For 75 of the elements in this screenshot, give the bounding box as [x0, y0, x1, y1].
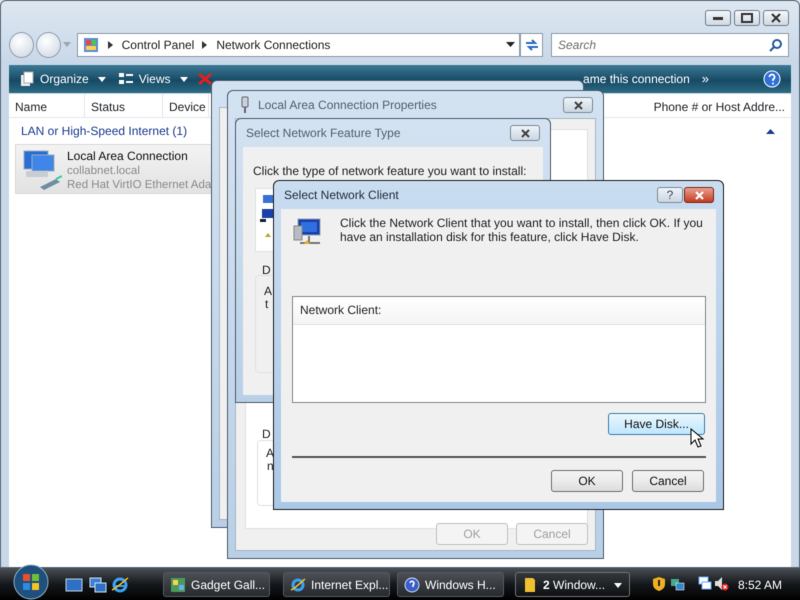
caret-icon: [98, 76, 106, 82]
list-box[interactable]: Network Client:: [292, 296, 706, 403]
show-desktop-icon[interactable]: [65, 576, 83, 594]
connection-detail: Red Hat VirtIO Ethernet Ada: [67, 178, 212, 193]
groupbox-label: D: [262, 426, 271, 443]
close-button[interactable]: [684, 187, 714, 203]
minimize-button[interactable]: [705, 10, 731, 26]
network-icon: [670, 576, 685, 591]
volume-muted-icon: [714, 576, 729, 591]
breadcrumb-arrow-icon: [202, 41, 208, 49]
have-disk-button[interactable]: Have Disk...: [608, 413, 705, 435]
dialog-button[interactable]: Cancel: [632, 470, 704, 492]
toolbar-button[interactable]: ame this connection: [577, 70, 696, 88]
internet-explorer-icon[interactable]: [111, 576, 129, 594]
folder-icon: [522, 576, 538, 592]
mouse-pointer-icon: [690, 428, 704, 448]
dialog-title: Select Network Feature Type: [246, 126, 401, 140]
address-bar[interactable]: Control Panel Network Connections: [76, 33, 520, 57]
taskbar-button[interactable]: Windows H...: [397, 572, 504, 597]
taskbar-button[interactable]: Gadget Gall...: [163, 572, 270, 597]
taskbar-button[interactable]: 2 Window...: [515, 572, 630, 597]
collapse-icon: [766, 128, 775, 134]
help-icon: [404, 576, 420, 592]
network-icon: [697, 576, 712, 591]
caret-icon: [180, 76, 188, 82]
gadget-icon: [170, 576, 186, 592]
refresh-icon: [524, 38, 540, 52]
search-field[interactable]: Search: [550, 33, 789, 57]
groupbox-label: D: [262, 262, 271, 279]
dropdown-arrow-icon: [506, 42, 516, 48]
switch-windows-icon[interactable]: [89, 576, 107, 594]
close-button[interactable]: [763, 10, 789, 26]
dialog-title: Local Area Connection Properties: [258, 97, 437, 114]
column-header[interactable]: Phone # or Host Addre...: [648, 94, 791, 117]
network-cable-icon: [240, 96, 250, 114]
shield-icon: [652, 576, 667, 591]
dialog-button[interactable]: OK: [551, 470, 623, 492]
forward-button[interactable]: [36, 32, 61, 58]
caret-icon: [614, 583, 622, 588]
toolbar-button[interactable]: Views: [112, 70, 194, 88]
list-header: Network Client:: [300, 303, 382, 317]
taskbar-button[interactable]: Internet Expl...: [283, 572, 390, 597]
more-button[interactable]: »: [696, 69, 715, 89]
internet-explorer-icon: [290, 576, 306, 592]
delete-icon: [196, 71, 214, 87]
prompt-text: Click the type of network feature you want to install:: [253, 163, 526, 180]
clock: 8:52 AM: [738, 577, 782, 594]
close-icon: [771, 13, 781, 23]
caret-icon: [62, 42, 71, 48]
search-icon: [768, 38, 783, 52]
message-text: Click the Network Client that you want to install, then click OK. If you have an installation disk for this feature, click Have Disk.: [340, 217, 704, 245]
views-icon: [118, 71, 134, 87]
breadcrumb-link[interactable]: Network Connections: [216, 36, 330, 54]
help-button[interactable]: ?: [657, 187, 683, 203]
group-header[interactable]: LAN or High-Speed Internet (1): [21, 122, 188, 140]
column-header[interactable]: Device: [163, 94, 209, 117]
toolbar-button[interactable]: Organize: [13, 70, 112, 88]
organize-icon: [19, 71, 35, 87]
breadcrumb-arrow-icon: [108, 41, 114, 49]
control-panel-icon: [82, 36, 100, 54]
minimize-icon: [713, 16, 723, 20]
refresh-button[interactable]: [520, 33, 543, 57]
groupbox-label: n: [267, 458, 274, 475]
help-icon: [763, 70, 781, 88]
close-button[interactable]: [563, 97, 593, 113]
column-header[interactable]: Name: [9, 94, 85, 117]
connection-name: Local Area Connection: [67, 148, 189, 165]
maximize-button[interactable]: [734, 10, 760, 26]
column-header[interactable]: Status: [85, 94, 163, 117]
back-button[interactable]: [9, 32, 34, 58]
maximize-icon: [741, 13, 753, 23]
close-button[interactable]: [510, 125, 540, 141]
breadcrumb-link[interactable]: Control Panel: [122, 36, 194, 54]
connection-detail: collabnet.local: [67, 165, 141, 179]
dialog-title: Select Network Client: [284, 188, 399, 202]
